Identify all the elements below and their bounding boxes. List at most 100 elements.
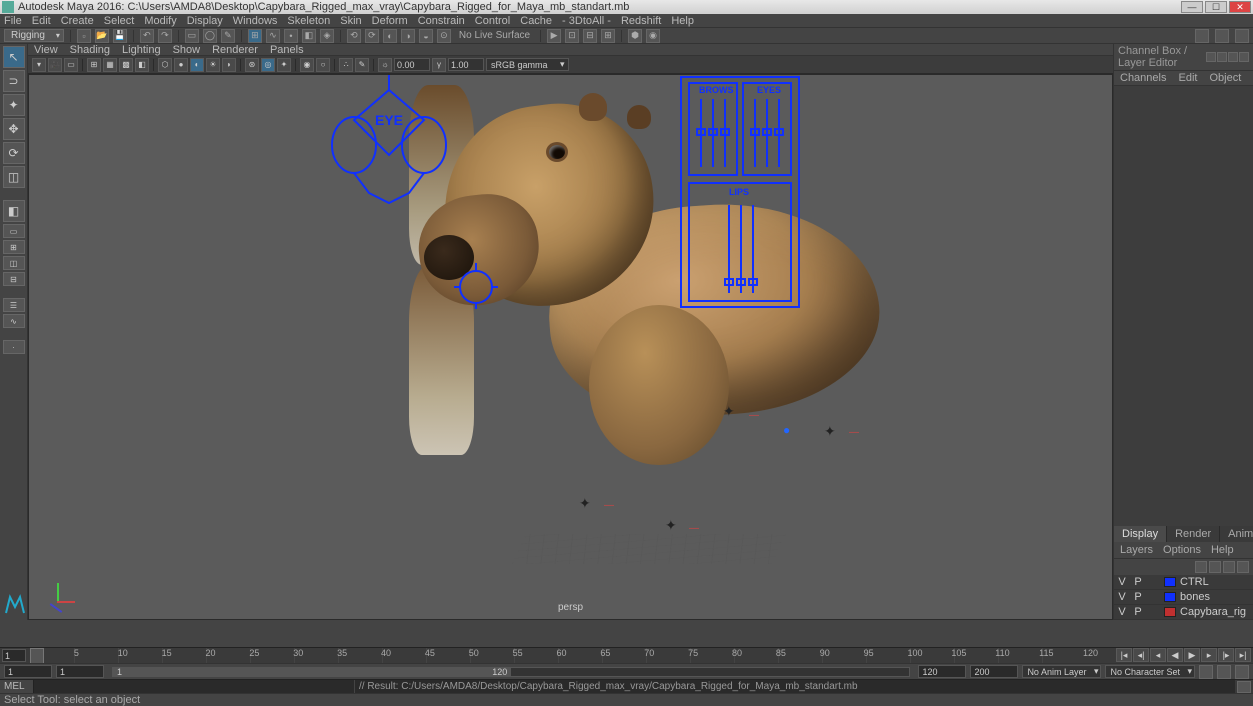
- exposure-field[interactable]: [394, 58, 430, 71]
- menu-help[interactable]: Help: [671, 15, 694, 27]
- scale-tool[interactable]: ◫: [3, 166, 25, 188]
- grid-icon[interactable]: ⊞: [87, 58, 101, 72]
- layout-single[interactable]: ▭: [3, 224, 25, 238]
- new-scene-icon[interactable]: ▫: [77, 29, 91, 43]
- cb-icon3[interactable]: [1228, 52, 1238, 62]
- layer-menu-help[interactable]: Help: [1211, 544, 1234, 556]
- lasso-mode-icon[interactable]: ◯: [203, 29, 217, 43]
- select-mode-icon[interactable]: ▭: [185, 29, 199, 43]
- image-plane-icon[interactable]: ▭: [64, 58, 78, 72]
- layer-menu-options[interactable]: Options: [1163, 544, 1201, 556]
- layer-tab-display[interactable]: Display: [1114, 526, 1167, 542]
- layer-visible-toggle[interactable]: V: [1116, 591, 1128, 603]
- viewport-persp[interactable]: ✦ ✦ ✦ ✦ — — — — ● EYE: [28, 74, 1113, 620]
- range-start-outer-field[interactable]: [4, 665, 52, 678]
- construction-icon[interactable]: ◐: [383, 29, 397, 43]
- maximize-button[interactable]: ☐: [1205, 1, 1227, 13]
- capybara-model[interactable]: [409, 85, 879, 615]
- joint-pivot-icon[interactable]: ✦: [824, 423, 836, 440]
- go-start-button[interactable]: |◂: [1116, 648, 1132, 662]
- set-key-button[interactable]: [1217, 665, 1231, 679]
- history-icon[interactable]: ⟲: [347, 29, 361, 43]
- range-slider[interactable]: 1 120: [112, 667, 910, 677]
- redo-icon[interactable]: ↷: [158, 29, 172, 43]
- render-settings-icon[interactable]: ⊟: [583, 29, 597, 43]
- rotate-tool[interactable]: ⟳: [3, 142, 25, 164]
- snap-plane-icon[interactable]: ◧: [302, 29, 316, 43]
- xray-joints-icon[interactable]: ✦: [277, 58, 291, 72]
- wireframe-icon[interactable]: ⬡: [158, 58, 172, 72]
- joint-pivot-icon[interactable]: ✦: [723, 403, 735, 420]
- current-frame-field[interactable]: [2, 649, 26, 662]
- cb-menu-show[interactable]: Show: [1247, 71, 1253, 85]
- layer-row[interactable]: V P Capybara_rig: [1114, 605, 1253, 620]
- isolate-icon[interactable]: ◉: [300, 58, 314, 72]
- go-end-button[interactable]: ▸|: [1235, 648, 1251, 662]
- smooth-shade-icon[interactable]: ●: [174, 58, 188, 72]
- isolate2-icon[interactable]: ○: [316, 58, 330, 72]
- step-fwd-key-button[interactable]: |▸: [1218, 648, 1234, 662]
- gate-mask-icon[interactable]: ◧: [135, 58, 149, 72]
- magnet-icon[interactable]: ⊙: [437, 29, 451, 43]
- xray-icon[interactable]: ◎: [261, 58, 275, 72]
- colorspace-dropdown[interactable]: sRGB gamma: [486, 58, 569, 71]
- menu-edit[interactable]: Edit: [32, 15, 51, 27]
- command-input[interactable]: [34, 680, 354, 693]
- channel-box-area[interactable]: [1114, 86, 1253, 526]
- camera-select-icon[interactable]: ▾: [32, 58, 46, 72]
- panel-menu-lighting[interactable]: Lighting: [122, 44, 161, 56]
- play-fwd-button[interactable]: ▶: [1184, 648, 1200, 662]
- grease-icon[interactable]: ✎: [355, 58, 369, 72]
- menu-skeleton[interactable]: Skeleton: [287, 15, 330, 27]
- move-tool[interactable]: ✥: [3, 118, 25, 140]
- menu-skin[interactable]: Skin: [340, 15, 361, 27]
- cb-icon2[interactable]: [1217, 52, 1227, 62]
- panel-toggle2-icon[interactable]: [1215, 29, 1229, 43]
- layer-playback-toggle[interactable]: P: [1132, 576, 1144, 588]
- layer-visible-toggle[interactable]: V: [1116, 576, 1128, 588]
- layer-visible-toggle[interactable]: V: [1116, 606, 1128, 618]
- layout-two-side[interactable]: ◫: [3, 256, 25, 270]
- construction2-icon[interactable]: ◑: [401, 29, 415, 43]
- menu-deform[interactable]: Deform: [372, 15, 408, 27]
- layout-two-stack[interactable]: ⊟: [3, 272, 25, 286]
- layer-move-down-icon[interactable]: [1209, 561, 1221, 573]
- script-editor-button[interactable]: [1237, 681, 1251, 693]
- menu-constrain[interactable]: Constrain: [418, 15, 465, 27]
- range-end-outer-field[interactable]: [970, 665, 1018, 678]
- motion-trail-icon[interactable]: ∴: [339, 58, 353, 72]
- panel-menu-show[interactable]: Show: [173, 44, 201, 56]
- cb-icon1[interactable]: [1206, 52, 1216, 62]
- graph-toggle[interactable]: ∿: [3, 314, 25, 328]
- menu-select[interactable]: Select: [104, 15, 135, 27]
- ipr-icon[interactable]: ⊡: [565, 29, 579, 43]
- menu-modify[interactable]: Modify: [144, 15, 176, 27]
- extra-toggle[interactable]: ·: [3, 340, 25, 354]
- character-set-dropdown[interactable]: No Character Set: [1105, 665, 1195, 678]
- layer-new-empty-icon[interactable]: [1223, 561, 1235, 573]
- open-scene-icon[interactable]: 📂: [95, 29, 109, 43]
- current-frame-marker[interactable]: [30, 648, 44, 664]
- play-back-button[interactable]: ◀: [1167, 648, 1183, 662]
- layer-color-swatch[interactable]: [1164, 577, 1176, 587]
- panel-menu-renderer[interactable]: Renderer: [212, 44, 258, 56]
- select-tool[interactable]: ↖: [3, 46, 25, 68]
- cb-menu-edit[interactable]: Edit: [1172, 71, 1203, 85]
- layer-tab-render[interactable]: Render: [1167, 526, 1220, 542]
- textured-icon[interactable]: ◐: [190, 58, 204, 72]
- joint-dot-icon[interactable]: ●: [783, 423, 790, 437]
- anim-layer-dropdown[interactable]: No Anim Layer: [1022, 665, 1101, 678]
- render-icon[interactable]: ▶: [547, 29, 561, 43]
- cb-menu-object[interactable]: Object: [1203, 71, 1247, 85]
- menu-cache[interactable]: Cache: [520, 15, 552, 27]
- cb-menu-channels[interactable]: Channels: [1114, 71, 1172, 85]
- layout-four[interactable]: ⊞: [3, 240, 25, 254]
- bookmark-icon[interactable]: 🎥: [48, 58, 62, 72]
- minimize-button[interactable]: —: [1181, 1, 1203, 13]
- use-lights-icon[interactable]: ☀: [206, 58, 220, 72]
- snap-grid-icon[interactable]: ⊞: [248, 29, 262, 43]
- joint-pivot-icon[interactable]: ✦: [665, 517, 677, 534]
- panel-toggle3-icon[interactable]: [1235, 29, 1249, 43]
- paint-mode-icon[interactable]: ✎: [221, 29, 235, 43]
- snap-live-icon[interactable]: ◈: [320, 29, 334, 43]
